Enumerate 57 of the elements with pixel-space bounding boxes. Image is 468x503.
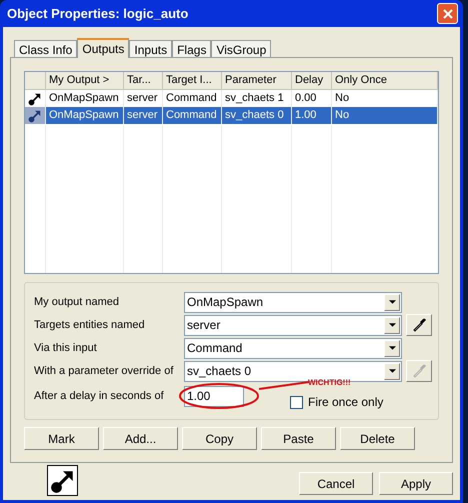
annotation-line	[259, 380, 309, 390]
table-row[interactable]: OnMapSpawn server Command sv_chaets 0 1.00 No	[25, 107, 438, 124]
action-button[interactable]: Paste	[261, 427, 336, 450]
action-button[interactable]: Delete	[340, 427, 415, 450]
caret-icon	[388, 323, 396, 327]
action-button[interactable]: Mark	[24, 427, 99, 450]
field-label: Targets entities named	[34, 318, 146, 333]
dropdown-field[interactable]: OnMapSpawn	[184, 292, 402, 312]
action-button[interactable]: Copy	[182, 427, 257, 450]
dropdown-arrow-button[interactable]	[384, 294, 400, 310]
tab[interactable]: Flags	[172, 40, 212, 57]
table-cell: 1.00	[292, 107, 332, 124]
table-cell: sv_chaets 0	[222, 107, 292, 124]
field-label: After a delay in seconds of	[34, 388, 165, 404]
checkbox-label: Fire once only	[308, 394, 384, 411]
dropdown-value: Command	[187, 340, 244, 357]
dropdown-value: server	[187, 317, 222, 334]
table-cell: Command	[163, 107, 222, 124]
field-label: With a parameter override of	[34, 364, 174, 379]
field-label: My output named	[34, 294, 120, 310]
dropdown-arrow-button[interactable]	[384, 362, 400, 380]
table-cell: OnMapSpawn	[46, 107, 124, 124]
connection-icon	[28, 92, 42, 106]
caret-icon	[388, 300, 396, 304]
tab[interactable]: VisGroup	[211, 40, 272, 57]
column-header[interactable]: My Output >	[46, 72, 124, 90]
window-title: Object Properties: logic_auto	[7, 4, 188, 23]
dialog-button[interactable]: Cancel	[299, 472, 373, 495]
dropdown-value: OnMapSpawn	[187, 294, 264, 311]
table-cell: server	[124, 107, 163, 124]
connection-icon	[28, 108, 42, 122]
eyedropper-button[interactable]	[406, 314, 432, 336]
tab[interactable]: Outputs	[77, 38, 130, 58]
column-header[interactable]: Tar...	[124, 72, 163, 90]
column-header[interactable]: Target I...	[163, 72, 222, 90]
column-header[interactable]: Only Once	[332, 72, 438, 90]
delay-field[interactable]: 1.00	[184, 386, 244, 406]
action-button[interactable]: Add...	[103, 427, 178, 450]
caret-icon	[388, 346, 396, 350]
close-icon	[442, 8, 452, 18]
dropdown-arrow-button[interactable]	[384, 316, 400, 334]
close-button[interactable]	[437, 3, 458, 24]
dropdown-field[interactable]: server	[184, 314, 402, 336]
dropdown-value: sv_chaets 0	[187, 363, 252, 380]
eyedropper-icon	[411, 363, 427, 379]
column-header[interactable]: Parameter	[222, 72, 292, 90]
table-cell: No	[332, 107, 438, 124]
field-label: Via this input	[34, 340, 98, 356]
eyedropper-icon	[411, 317, 427, 333]
dialog-button[interactable]: Apply	[379, 472, 453, 495]
caret-icon	[388, 369, 396, 373]
tab[interactable]: Inputs	[129, 40, 172, 57]
column-header[interactable]: Delay	[292, 72, 332, 90]
tab[interactable]: Class Info	[14, 40, 78, 57]
dropdown-arrow-button[interactable]	[384, 340, 400, 356]
fire-once-checkbox[interactable]	[290, 396, 303, 408]
dropdown-field[interactable]: Command	[184, 338, 402, 358]
